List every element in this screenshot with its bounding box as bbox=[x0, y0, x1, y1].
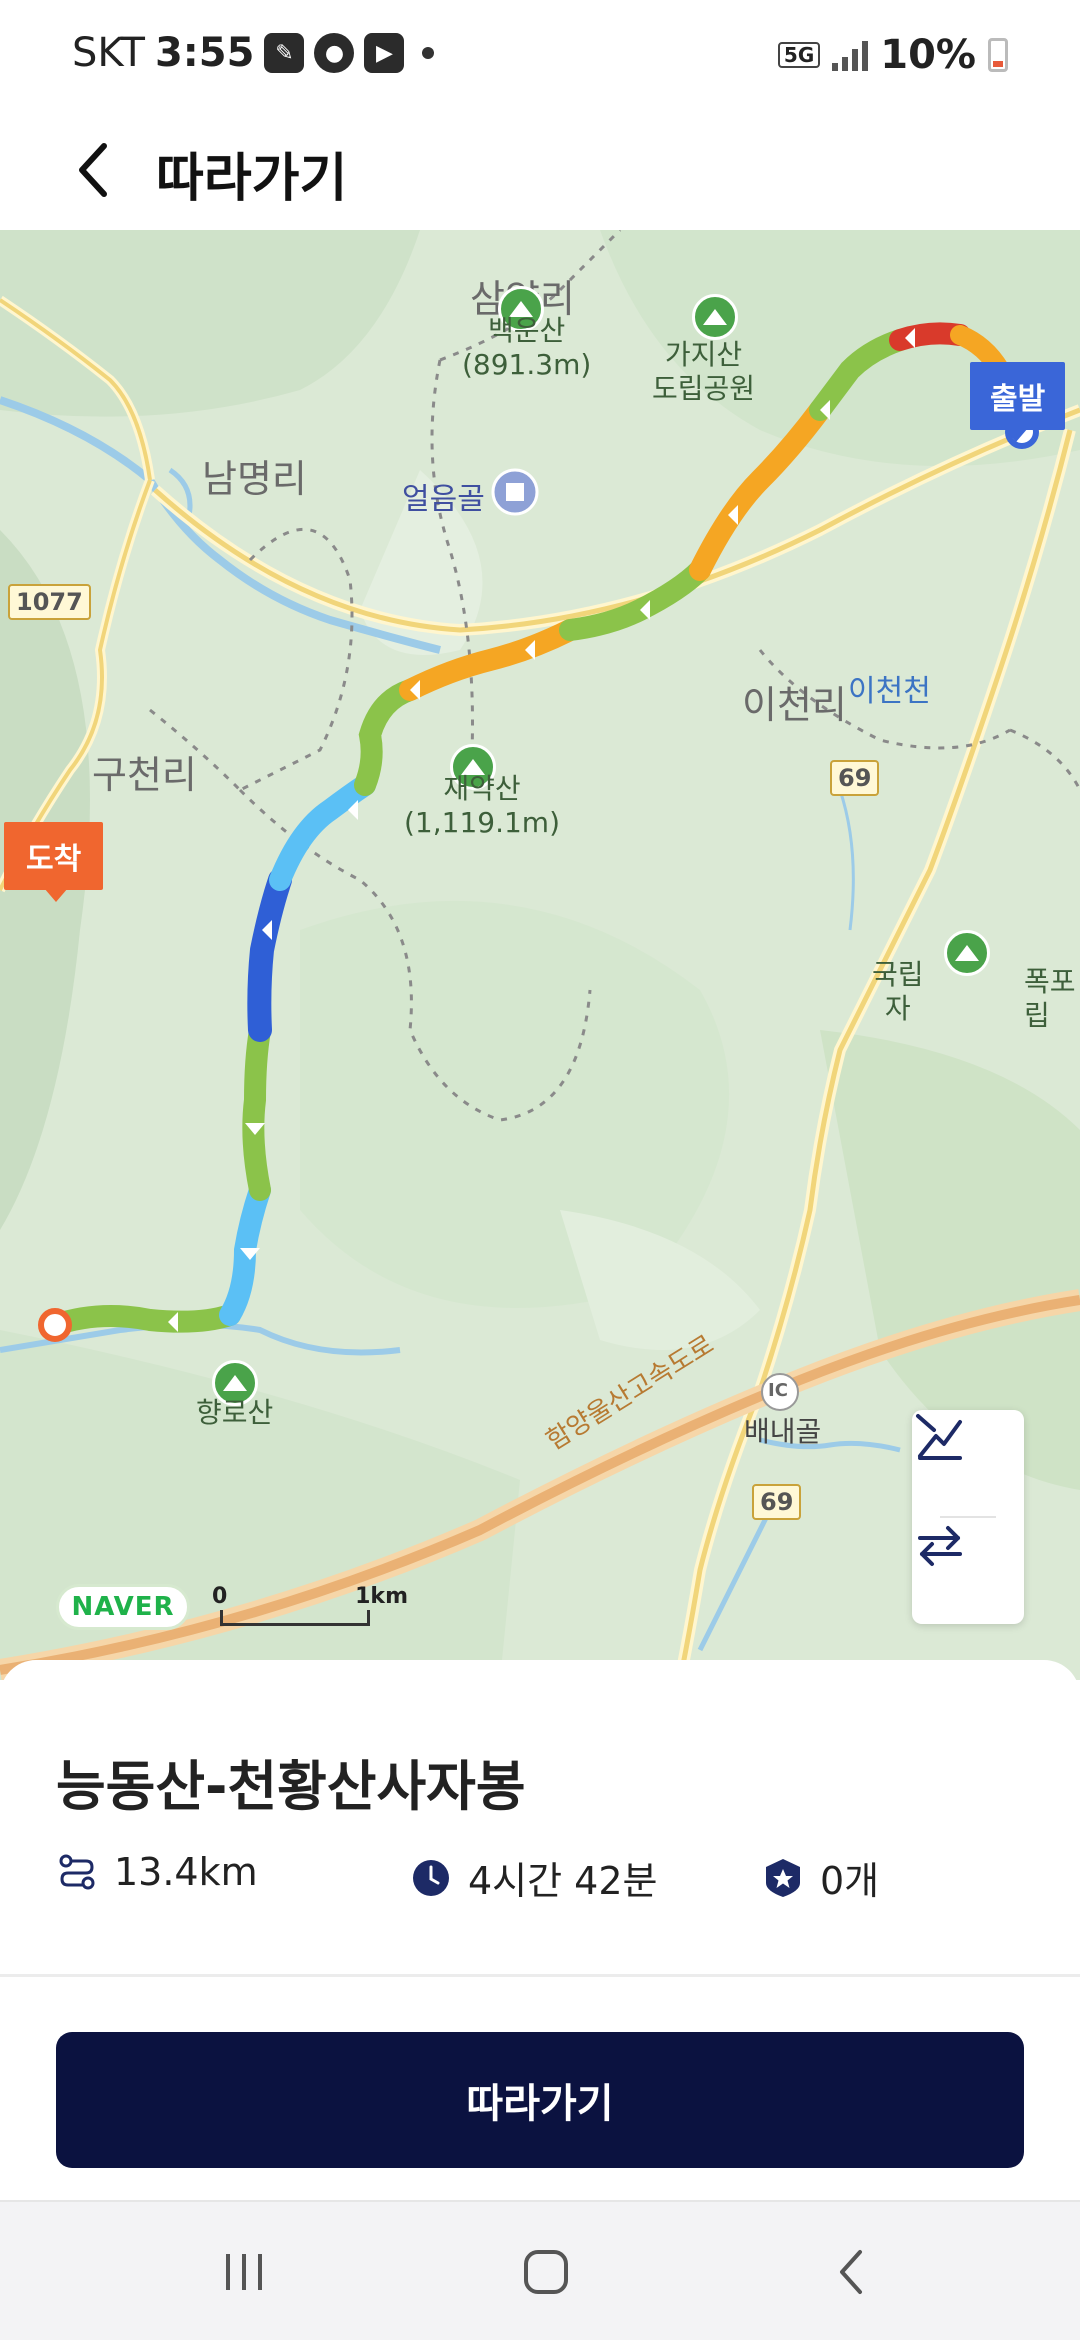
scale-start-label: 0 bbox=[212, 1584, 228, 1609]
signal-strength-icon bbox=[832, 39, 869, 71]
status-bar: SKT 3:55 ✎ ● ▶ 5G 10% bbox=[0, 0, 1080, 110]
mountain-label-national-park: 국립 자 bbox=[872, 958, 924, 1026]
river-label-icheoncheon: 이천천 bbox=[848, 674, 931, 709]
mountain-label-jaeyaksan: 재약산 (1,119.1m) bbox=[404, 772, 560, 840]
route-name: 능동산-천황산사자봉 bbox=[56, 1755, 526, 1818]
start-marker[interactable]: 출발 bbox=[970, 362, 1066, 430]
recent-apps-button[interactable] bbox=[184, 2232, 304, 2312]
route-map[interactable]: 삼양리 남명리 구천리 이천리 이천천 얼음골 배내골 가지산 도립공원 백운산… bbox=[0, 230, 1080, 1680]
chevron-left-icon bbox=[79, 143, 107, 197]
mountain-label-jaeyaksan-text: 재약산 (1,119.1m) bbox=[404, 772, 560, 839]
route-stats: 13.4km 4시간 42분 0개 bbox=[56, 1850, 1036, 1910]
battery-percentage: 10% bbox=[880, 32, 976, 78]
poi-label-eoreumgol: 얼음골 bbox=[402, 482, 485, 517]
naver-logo: NAVER bbox=[56, 1584, 190, 1630]
mountain-label-baegunsan-text: 백운산 (891.3m) bbox=[462, 314, 592, 381]
home-button[interactable] bbox=[486, 2232, 606, 2312]
badge-count-stat: 0개 bbox=[762, 1850, 879, 1905]
messaging-app-icon: ✎ bbox=[264, 33, 305, 73]
elevation-toggle-button[interactable] bbox=[912, 1410, 1024, 1516]
clock-icon bbox=[410, 1857, 452, 1899]
road-number-badge: 69 bbox=[830, 760, 880, 796]
system-back-button[interactable] bbox=[792, 2232, 912, 2312]
home-icon bbox=[524, 2250, 568, 2294]
mountain-label-baegunsan: 백운산 (891.3m) bbox=[462, 314, 591, 382]
status-right: 5G 10% bbox=[777, 32, 1008, 78]
system-nav-bar bbox=[0, 2200, 1080, 2340]
interchange-label: IC bbox=[768, 1380, 788, 1401]
mountain-icon[interactable] bbox=[692, 294, 738, 340]
duration-value: 4시간 42분 bbox=[468, 1859, 658, 1903]
mountain-label-gajisan-text: 가지산 도립공원 bbox=[652, 338, 756, 405]
chat-bubble-icon: ● bbox=[314, 33, 355, 73]
route-info-sheet: 능동산-천황산사자봉 13.4km 4시간 42분 0개 따라가기 bbox=[0, 1660, 1080, 2200]
place-label-baenaegol: 배내골 bbox=[744, 1415, 822, 1448]
scale-end-label: 1km bbox=[355, 1584, 408, 1609]
mountain-label-gajisan: 가지산 도립공원 bbox=[652, 338, 755, 406]
back-icon bbox=[840, 2250, 862, 2294]
badge-star-icon bbox=[762, 1857, 804, 1899]
scale-line bbox=[220, 1610, 370, 1626]
clock-time: 3:55 bbox=[154, 30, 255, 76]
route-distance-icon bbox=[56, 1851, 98, 1893]
more-notifications-dot bbox=[422, 47, 435, 59]
mountain-icon[interactable] bbox=[944, 930, 990, 976]
page-title: 따라가기 bbox=[156, 149, 348, 209]
youtube-icon: ▶ bbox=[364, 33, 405, 73]
mountain-label-national-park-text: 국립 자 bbox=[872, 958, 924, 1025]
map-controls bbox=[912, 1410, 1024, 1624]
mountain-label-hangdosan: 향로산 bbox=[196, 1396, 274, 1429]
place-label-icheonri: 이천리 bbox=[742, 683, 847, 727]
elevation-chart-icon bbox=[916, 1414, 962, 1460]
place-label-nammyeongri: 남명리 bbox=[202, 457, 307, 501]
end-marker[interactable]: 도착 bbox=[4, 822, 104, 890]
sheet-divider bbox=[0, 1974, 1080, 1977]
distance-value: 13.4km bbox=[114, 1850, 258, 1894]
swap-direction-button[interactable] bbox=[912, 1518, 1024, 1624]
road-number-badge: 69 bbox=[752, 1484, 802, 1520]
recent-apps-icon bbox=[226, 2254, 262, 2290]
swap-direction-icon bbox=[918, 1526, 962, 1566]
road-number-badge: 1077 bbox=[8, 584, 91, 620]
follow-route-button[interactable]: 따라가기 bbox=[56, 2032, 1024, 2168]
duration-stat: 4시간 42분 bbox=[410, 1850, 658, 1905]
network-type-icon: 5G bbox=[777, 42, 821, 68]
map-scale: 0 1km bbox=[212, 1584, 408, 1626]
app-header: 따라가기 bbox=[0, 110, 1080, 230]
start-marker-pointer bbox=[1004, 428, 1028, 442]
distance-stat: 13.4km bbox=[56, 1850, 258, 1894]
back-button[interactable] bbox=[60, 132, 136, 208]
badge-count-value: 0개 bbox=[820, 1859, 880, 1903]
carrier-label: SKT bbox=[72, 30, 145, 76]
battery-icon bbox=[988, 38, 1008, 72]
end-marker-pointer bbox=[44, 888, 68, 902]
place-label-gucheonri: 구천리 bbox=[92, 753, 197, 797]
status-left: SKT 3:55 ✎ ● ▶ bbox=[72, 30, 435, 76]
poi-label-park: 립 bbox=[1024, 999, 1050, 1032]
